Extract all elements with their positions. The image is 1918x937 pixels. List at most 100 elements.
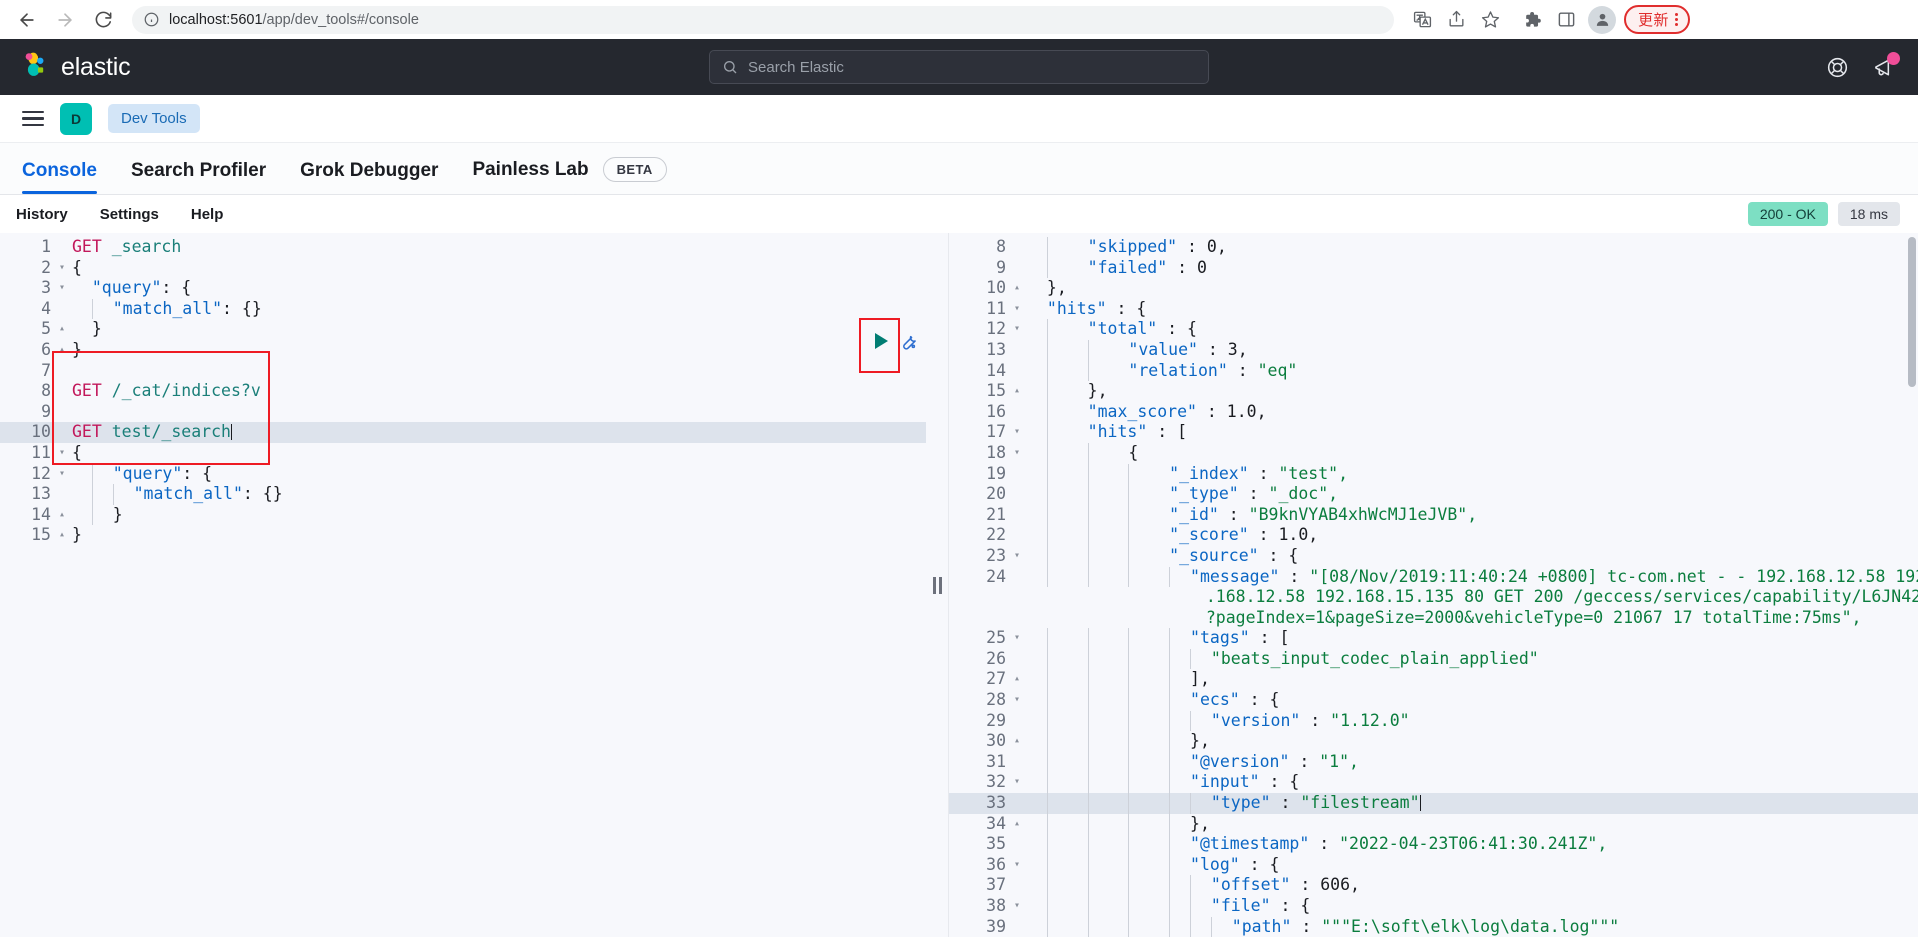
console-wrench-icon[interactable] xyxy=(898,331,919,352)
browser-menu-icon[interactable] xyxy=(1671,13,1682,26)
code-line[interactable]: 8 "skipped" : 0, xyxy=(949,237,1918,258)
update-button[interactable]: 更新 xyxy=(1624,5,1691,34)
fold-toggle-icon[interactable]: ▾ xyxy=(1011,855,1023,876)
fold-toggle-icon[interactable]: ▴ xyxy=(1011,731,1023,752)
side-panel-icon[interactable] xyxy=(1550,4,1582,36)
fold-toggle-icon[interactable]: ▴ xyxy=(56,505,68,526)
code-line[interactable]: 36 ▾ "log" : { xyxy=(949,854,1918,876)
code-line[interactable]: 26 "beats_input_codec_plain_applied" xyxy=(949,648,1918,670)
share-icon[interactable] xyxy=(1440,4,1472,36)
fold-toggle-icon[interactable]: ▴ xyxy=(56,340,68,361)
global-search-input[interactable]: Search Elastic xyxy=(709,50,1209,84)
forward-button[interactable] xyxy=(48,3,82,37)
profile-avatar[interactable] xyxy=(1588,5,1616,34)
fold-toggle-icon[interactable]: ▾ xyxy=(1011,772,1023,793)
code-line[interactable]: 10 ▴ }, xyxy=(949,278,1918,299)
tab-painless-lab[interactable]: Painless Lab BETA xyxy=(472,157,667,194)
fold-toggle-icon[interactable]: ▴ xyxy=(1011,278,1023,299)
code-line[interactable]: 13 "match_all": {} xyxy=(0,484,926,505)
site-info-icon[interactable] xyxy=(144,12,159,27)
response-viewer-pane[interactable]: 8 "skipped" : 0, 9 "failed" : 0 10 ▴ }, 11 ▾ … xyxy=(948,233,1918,937)
fold-toggle-icon[interactable]: ▴ xyxy=(56,525,68,546)
code-line[interactable]: 11 ▾{ xyxy=(0,443,926,464)
fold-toggle-icon[interactable]: ▾ xyxy=(56,464,68,485)
code-line[interactable]: 6 ▴} xyxy=(0,340,926,361)
fold-toggle-icon[interactable]: ▾ xyxy=(56,258,68,279)
code-line[interactable]: 7 xyxy=(0,361,926,382)
response-scrollbar[interactable] xyxy=(1908,237,1916,387)
fold-toggle-icon[interactable]: ▴ xyxy=(1011,814,1023,835)
console-history-button[interactable]: History xyxy=(16,206,68,223)
fold-toggle-icon[interactable]: ▴ xyxy=(56,319,68,340)
fold-toggle-icon[interactable]: ▴ xyxy=(1011,381,1023,402)
code-line[interactable]: 13 "value" : 3, xyxy=(949,339,1918,361)
code-line[interactable]: 39 "path" : """E:\soft\elk\log\data.log"… xyxy=(949,916,1918,937)
fold-toggle-icon[interactable]: ▾ xyxy=(1011,422,1023,443)
back-button[interactable] xyxy=(10,3,44,37)
code-line[interactable]: 15 ▴ }, xyxy=(949,381,1918,402)
code-line[interactable]: 29 "version" : "1.12.0" xyxy=(949,710,1918,732)
code-line[interactable]: 27 ▴ ], xyxy=(949,669,1918,691)
code-line[interactable]: 16 "max_score" : 1.0, xyxy=(949,401,1918,423)
space-avatar[interactable]: D xyxy=(60,102,92,135)
code-line[interactable]: 25 ▾ "tags" : [ xyxy=(949,628,1918,649)
console-settings-button[interactable]: Settings xyxy=(100,206,159,223)
fold-toggle-icon[interactable]: ▾ xyxy=(56,443,68,464)
code-line[interactable]: 35 "@timestamp" : "2022-04-23T06:41:30.2… xyxy=(949,834,1918,855)
code-line[interactable]: 5 ▴ } xyxy=(0,319,926,340)
code-line[interactable]: 14 ▴ } xyxy=(0,504,926,526)
tab-search-profiler[interactable]: Search Profiler xyxy=(131,160,266,194)
translate-icon[interactable] xyxy=(1406,4,1438,36)
fold-toggle-icon[interactable]: ▾ xyxy=(1011,896,1023,917)
fold-toggle-icon[interactable]: ▾ xyxy=(1011,628,1023,649)
code-line[interactable]: 34 ▴ }, xyxy=(949,813,1918,835)
code-line[interactable]: 19 "_index" : "test", xyxy=(949,463,1918,485)
pane-resize-handle[interactable] xyxy=(926,233,949,937)
code-line[interactable]: 8 GET /_cat/indices?v xyxy=(0,381,926,402)
fold-toggle-icon[interactable]: ▾ xyxy=(1011,690,1023,711)
code-line[interactable]: 17 ▾ "hits" : [ xyxy=(949,422,1918,443)
code-line[interactable]: 20 "_type" : "_doc", xyxy=(949,484,1918,505)
fold-toggle-icon[interactable]: ▾ xyxy=(1011,443,1023,464)
response-code[interactable]: 8 "skipped" : 0, 9 "failed" : 0 10 ▴ }, 11 ▾ … xyxy=(949,233,1918,937)
code-line[interactable]: 12 ▾ "query": { xyxy=(0,463,926,485)
elastic-logo-brand[interactable]: elastic xyxy=(22,50,131,85)
code-line[interactable]: 18 ▾ { xyxy=(949,442,1918,464)
extensions-puzzle-icon[interactable] xyxy=(1516,4,1548,36)
navigation-menu-icon[interactable] xyxy=(22,110,44,127)
send-request-play-icon[interactable] xyxy=(868,329,892,353)
code-line[interactable]: 33 "type" : "filestream" xyxy=(949,793,1918,814)
request-editor-code[interactable]: 1 GET _search 2 ▾{3 ▾ "query": {4 "match_all… xyxy=(0,233,927,546)
code-line[interactable]: 12 ▾ "total" : { xyxy=(949,319,1918,340)
fold-toggle-icon[interactable]: ▾ xyxy=(1011,319,1023,340)
code-line[interactable]: 15 ▴} xyxy=(0,525,926,546)
code-line[interactable]: 11 ▾ "hits" : { xyxy=(949,299,1918,320)
tab-console[interactable]: Console xyxy=(22,160,97,194)
code-line[interactable]: 38 ▾ "file" : { xyxy=(949,896,1918,917)
code-line[interactable]: 9 "failed" : 0 xyxy=(949,257,1918,279)
code-line[interactable]: 2 ▾{ xyxy=(0,258,926,279)
code-line[interactable]: 28 ▾ "ecs" : { xyxy=(949,690,1918,711)
code-line[interactable]: 9 xyxy=(0,402,926,423)
code-line[interactable]: 24 "message" : "[08/Nov/2019:11:40:24 +0… xyxy=(949,566,1918,629)
code-line[interactable]: 32 ▾ "input" : { xyxy=(949,772,1918,794)
console-help-button[interactable]: Help xyxy=(191,206,224,223)
request-editor-pane[interactable]: 1 GET _search 2 ▾{3 ▾ "query": {4 "match_all… xyxy=(0,233,927,937)
announcement-megaphone-icon[interactable] xyxy=(1873,51,1900,79)
code-line[interactable]: 10 GET test/_search xyxy=(0,422,927,443)
bookmark-star-icon[interactable] xyxy=(1474,4,1506,36)
code-line[interactable]: 22 "_score" : 1.0, xyxy=(949,525,1918,546)
code-line[interactable]: 23 ▾ "_source" : { xyxy=(949,545,1918,567)
code-line[interactable]: 21 "_id" : "B9knVYAB4xhWcMJ1eJVB", xyxy=(949,504,1918,526)
code-line[interactable]: 31 "@version" : "1", xyxy=(949,751,1918,773)
help-lifering-icon[interactable] xyxy=(1826,56,1849,79)
fold-toggle-icon[interactable]: ▾ xyxy=(1011,299,1023,320)
code-line[interactable]: 3 ▾ "query": { xyxy=(0,278,926,299)
tab-grok-debugger[interactable]: Grok Debugger xyxy=(300,160,438,194)
fold-toggle-icon[interactable]: ▾ xyxy=(1011,546,1023,567)
code-line[interactable]: 30 ▴ }, xyxy=(949,731,1918,752)
code-line[interactable]: 14 "relation" : "eq" xyxy=(949,360,1918,382)
code-line[interactable]: 37 "offset" : 606, xyxy=(949,875,1918,896)
code-line[interactable]: 4 "match_all": {} xyxy=(0,298,926,320)
fold-toggle-icon[interactable]: ▾ xyxy=(56,278,68,299)
